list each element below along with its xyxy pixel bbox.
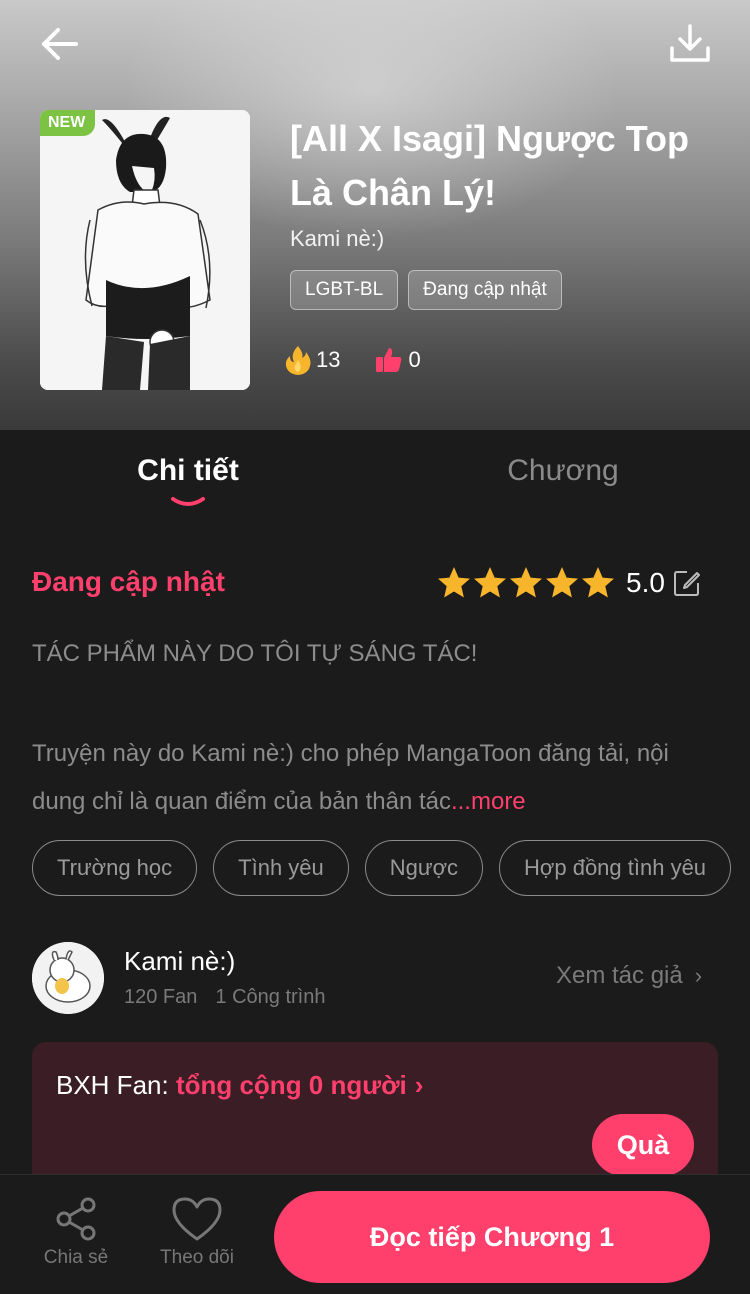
heart-icon: [172, 1197, 222, 1241]
topic-tag[interactable]: Tình yêu: [213, 840, 349, 896]
genre-tag-status[interactable]: Đang cập nhật: [408, 270, 562, 310]
gift-button[interactable]: Quà: [592, 1114, 694, 1176]
hot-stat: 13: [284, 344, 340, 376]
topic-tag[interactable]: Ngược: [364, 840, 484, 896]
fan-ranking-link[interactable]: BXH Fan: tổng cộng 0 người ›: [56, 1070, 423, 1101]
topic-tags: Trường học Tình yêu Ngược Hợp đồng tình …: [32, 840, 732, 896]
author-meta: 120 Fan 1 Công trình: [124, 986, 325, 1009]
rating: 5.0: [436, 566, 701, 600]
description-headline: TÁC PHẨM NÀY DO TÔI TỰ SÁNG TÁC!: [32, 640, 478, 667]
author-fans: 120 Fan: [124, 986, 198, 1008]
star-icon: [582, 567, 614, 598]
edit-rating-icon[interactable]: [673, 569, 701, 597]
like-count: 0: [408, 347, 421, 372]
star-icon: [510, 567, 542, 598]
tab-chapters[interactable]: Chương: [463, 454, 663, 488]
topic-tag[interactable]: Hợp đồng tình yêu: [499, 840, 732, 896]
new-badge: NEW: [40, 110, 96, 136]
back-button[interactable]: [36, 22, 84, 66]
fan-ranking-total: tổng cộng 0 người: [175, 1070, 407, 1100]
star-icon: [438, 567, 470, 598]
view-author-label: Xem tác giả: [556, 962, 683, 989]
tab-bar: Chi tiết Chương: [0, 430, 750, 520]
book-title: [All X Isagi] Ngược Top Là Chân Lý!: [290, 118, 690, 213]
arrow-left-icon: [42, 28, 78, 60]
download-button[interactable]: [666, 22, 714, 66]
share-icon: [56, 1197, 96, 1241]
more-link[interactable]: ...more: [451, 788, 526, 815]
author-name[interactable]: Kami nè:): [124, 946, 235, 977]
follow-button[interactable]: Theo dõi: [147, 1195, 247, 1269]
chevron-right-icon: ›: [694, 963, 703, 988]
share-button[interactable]: Chia sẻ: [26, 1195, 126, 1269]
fan-ranking-prefix: BXH Fan:: [56, 1070, 176, 1100]
bottom-action-bar: Chia sẻ Theo dõi Đọc tiếp Chương 1: [0, 1174, 750, 1294]
tab-detail[interactable]: Chi tiết: [88, 454, 288, 488]
share-label: Chia sẻ: [43, 1247, 109, 1268]
rating-value: 5.0: [626, 567, 665, 598]
topic-tag[interactable]: Trường học: [32, 840, 198, 896]
fire-icon: [285, 346, 311, 375]
update-status: Đang cập nhật: [32, 566, 225, 597]
book-cover[interactable]: NEW: [40, 110, 250, 390]
book-author[interactable]: Kami nè:): [290, 226, 384, 252]
continue-reading-button[interactable]: Đọc tiếp Chương 1: [274, 1191, 710, 1283]
description-body: Truyện này do Kami nè:) cho phép MangaTo…: [32, 730, 722, 826]
author-works: 1 Công trình: [215, 986, 326, 1008]
download-icon: [670, 24, 710, 62]
avatar-image: [32, 942, 104, 1014]
tab-active-indicator: [171, 497, 205, 506]
follow-label: Theo dõi: [160, 1247, 234, 1268]
author-avatar[interactable]: [32, 942, 104, 1014]
genre-tag-lgbt[interactable]: LGBT-BL: [290, 270, 399, 310]
book-stats: 13 0: [284, 344, 455, 376]
description-text: Truyện này do Kami nè:) cho phép MangaTo…: [32, 740, 669, 815]
star-icon: [474, 567, 506, 598]
star-icon: [546, 567, 578, 598]
thumbs-up-icon: [376, 348, 402, 372]
chevron-right-icon: ›: [414, 1070, 424, 1100]
like-stat[interactable]: 0: [374, 345, 421, 375]
genre-tags: LGBT-BL Đang cập nhật: [290, 270, 562, 310]
book-header: NEW [All X Isagi] Ngược Top Là Chân Lý! …: [0, 0, 750, 430]
hot-count: 13: [316, 347, 341, 372]
cover-illustration: [40, 110, 250, 390]
view-author-link[interactable]: Xem tác giả ›: [556, 962, 702, 990]
